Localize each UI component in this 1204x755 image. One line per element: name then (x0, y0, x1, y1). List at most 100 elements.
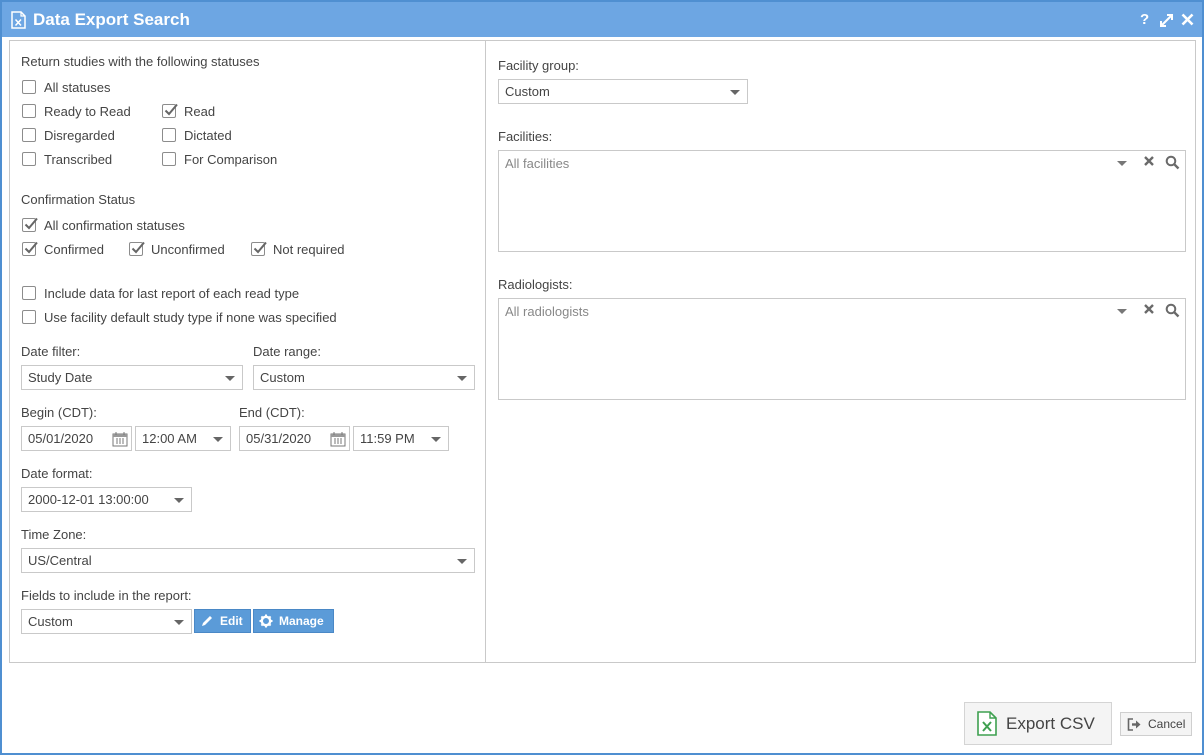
begin-time-select[interactable]: 12:00 AM (135, 426, 231, 451)
select-value: US/Central (28, 553, 92, 568)
manage-button-label: Manage (279, 614, 324, 628)
checkbox-label: Ready to Read (44, 103, 131, 119)
checkbox-box (22, 310, 36, 324)
help-icon[interactable]: ? (1140, 11, 1149, 28)
search-icon[interactable] (1165, 155, 1180, 173)
date-range-select[interactable]: Custom (253, 365, 475, 390)
checkbox-box (22, 217, 38, 232)
title-bar[interactable]: Data Export Search ? (2, 2, 1202, 37)
search-icon[interactable] (1165, 303, 1180, 321)
checkbox-label: For Comparison (184, 151, 278, 167)
checkbox-facility-default[interactable]: Use facility default study type if none … (22, 309, 337, 325)
facility-group-select[interactable]: Custom (498, 79, 748, 104)
chevron-down-icon (457, 376, 467, 381)
date-filter-select[interactable]: Study Date (21, 365, 243, 390)
fields-select[interactable]: Custom (21, 609, 192, 634)
right-pane: Facility group: Custom Facilities: All f… (487, 41, 1195, 662)
calendar-icon[interactable] (330, 431, 346, 454)
checkmark-icon (253, 241, 267, 254)
cancel-label: Cancel (1148, 717, 1186, 731)
data-export-search-dialog: Data Export Search ? Return studies with… (0, 0, 1204, 755)
checkbox-for-comparison[interactable]: For Comparison (162, 151, 277, 167)
checkbox-label: All statuses (44, 79, 111, 95)
checkmark-icon (24, 241, 38, 254)
input-value: 05/31/2020 (246, 431, 312, 446)
checkbox-label: Not required (273, 241, 345, 257)
chevron-down-icon[interactable] (1117, 309, 1127, 314)
pencil-icon (202, 616, 212, 626)
select-value: Custom (260, 370, 305, 385)
checkbox-all-statuses[interactable]: All statuses (22, 79, 110, 95)
select-value: 2000-12-01 13:00:00 (28, 492, 149, 507)
select-value: Custom (28, 614, 73, 629)
chevron-down-icon (431, 437, 441, 442)
checkbox-box (22, 152, 36, 166)
select-value: Study Date (28, 370, 93, 385)
checkbox-dictated[interactable]: Dictated (162, 127, 232, 143)
chevron-down-icon (174, 498, 184, 503)
time-zone-select[interactable]: US/Central (21, 548, 475, 573)
facilities-placeholder: All facilities (505, 156, 570, 171)
date-format-select[interactable]: 2000-12-01 13:00:00 (21, 487, 192, 512)
checkbox-label: Confirmed (44, 241, 104, 257)
select-value: 12:00 AM (142, 431, 197, 446)
edit-fields-button[interactable]: Edit (194, 609, 251, 633)
checkmark-icon (24, 217, 38, 230)
close-icon[interactable] (1181, 13, 1194, 30)
confirmation-heading: Confirmation Status (21, 192, 136, 207)
checkbox-box (129, 241, 145, 256)
checkbox-box (251, 241, 267, 256)
chevron-down-icon (225, 376, 235, 381)
cancel-button[interactable]: Cancel (1120, 712, 1192, 736)
checkbox-read[interactable]: Read (162, 103, 215, 119)
excel-file-icon (977, 711, 997, 736)
checkbox-disregarded[interactable]: Disregarded (22, 127, 115, 143)
edit-button-label: Edit (220, 614, 243, 628)
checkbox-ready-to-read[interactable]: Ready to Read (22, 103, 131, 119)
checkbox-confirmed[interactable]: Confirmed (22, 241, 104, 257)
chevron-down-icon (457, 559, 467, 564)
chevron-down-icon (213, 437, 223, 442)
checkbox-box (22, 241, 38, 256)
checkbox-transcribed[interactable]: Transcribed (22, 151, 112, 167)
checkbox-last-report[interactable]: Include data for last report of each rea… (22, 285, 299, 301)
calendar-icon[interactable] (112, 431, 128, 454)
radiologists-multiselect[interactable]: All radiologists (498, 298, 1186, 400)
select-value: 11:59 PM (360, 431, 415, 446)
radiologists-placeholder: All radiologists (505, 304, 589, 319)
end-label: End (CDT): (239, 405, 305, 420)
export-csv-label: Export CSV (1006, 713, 1095, 733)
checkbox-box (22, 286, 36, 300)
checkbox-label: Disregarded (44, 127, 115, 143)
facility-group-label: Facility group: (498, 58, 579, 73)
chevron-down-icon (174, 620, 184, 625)
left-pane: Return studies with the following status… (10, 41, 486, 662)
maximize-icon[interactable] (1159, 13, 1174, 32)
checkbox-label: Include data for last report of each rea… (44, 285, 300, 301)
clear-icon[interactable] (1143, 303, 1155, 318)
end-time-select[interactable]: 11:59 PM (353, 426, 449, 451)
facilities-multiselect[interactable]: All facilities (498, 150, 1186, 252)
fields-label: Fields to include in the report: (21, 588, 192, 603)
manage-fields-button[interactable]: Manage (253, 609, 334, 633)
checkbox-not-required[interactable]: Not required (251, 241, 345, 257)
begin-label: Begin (CDT): (21, 405, 97, 420)
input-value: 05/01/2020 (28, 431, 94, 446)
end-date-input[interactable]: 05/31/2020 (239, 426, 350, 451)
checkmark-icon (164, 103, 178, 116)
checkbox-all-confirmation[interactable]: All confirmation statuses (22, 217, 185, 233)
facilities-label: Facilities: (498, 129, 553, 144)
checkbox-label: Unconfirmed (151, 241, 225, 257)
statuses-heading: Return studies with the following status… (21, 54, 260, 69)
chevron-down-icon[interactable] (1117, 161, 1127, 166)
dialog-content: Return studies with the following status… (9, 40, 1196, 663)
checkbox-label: Use facility default study type if none … (44, 309, 337, 325)
begin-date-input[interactable]: 05/01/2020 (21, 426, 132, 451)
date-range-label: Date range: (253, 344, 321, 359)
date-filter-label: Date filter: (21, 344, 81, 359)
clear-icon[interactable] (1143, 155, 1155, 170)
checkbox-box (22, 104, 36, 118)
export-csv-button[interactable]: Export CSV (964, 702, 1112, 745)
date-format-label: Date format: (21, 466, 93, 481)
checkbox-unconfirmed[interactable]: Unconfirmed (129, 241, 225, 257)
